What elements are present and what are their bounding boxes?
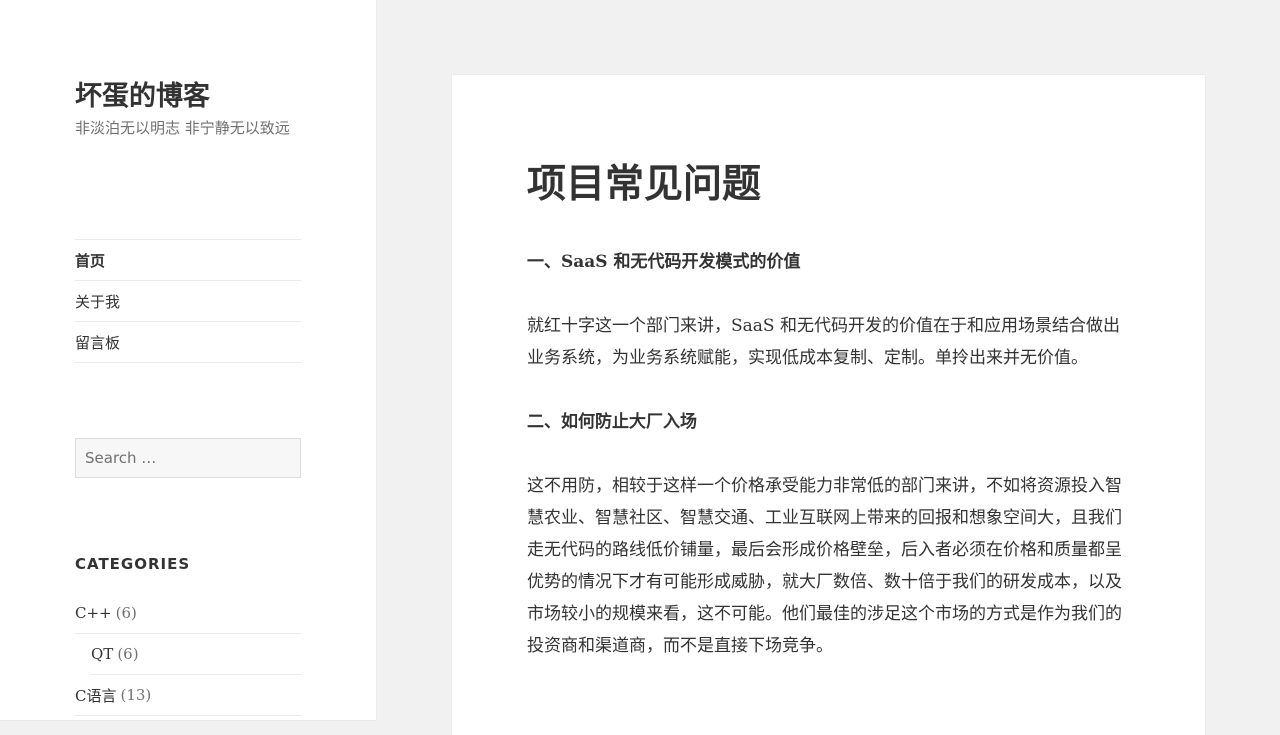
site-description: 非淡泊无以明志 非宁静无以致远 (75, 119, 290, 137)
section-heading: 一、SaaS 和无代码开发模式的价值 (527, 252, 801, 272)
post-article: 项目常见问题 一、SaaS 和无代码开发模式的价值 就红十字这一个部门来讲，Sa… (452, 75, 1205, 735)
section-paragraph: 这不用防，相较于这样一个价格承受能力非常低的部门来讲，不如将资源投入智慧农业、智… (527, 476, 1122, 656)
category-item[interactable]: C语言 (13) (75, 675, 301, 716)
sidebar: 坏蛋的博客 非淡泊无以明志 非宁静无以致远 首页 关于我 留言板 CATEGOR… (0, 0, 376, 720)
post-body: 一、SaaS 和无代码开发模式的价值 就红十字这一个部门来讲，SaaS 和无代码… (527, 246, 1131, 662)
categories-list: C++ (6) QT (6) C语言 (13) (75, 593, 301, 716)
section-heading: 二、如何防止大厂入场 (527, 412, 697, 432)
nav-item-guestbook[interactable]: 留言板 (75, 322, 301, 363)
main-nav: 首页 关于我 留言板 (75, 239, 301, 363)
nav-item-home[interactable]: 首页 (75, 240, 301, 281)
category-item[interactable]: QT (6) (91, 634, 301, 675)
search-input[interactable] (75, 438, 301, 478)
categories-title: CATEGORIES (75, 555, 191, 573)
nav-item-about[interactable]: 关于我 (75, 281, 301, 322)
site-title[interactable]: 坏蛋的博客 (75, 74, 210, 113)
category-name[interactable]: QT (91, 645, 113, 663)
category-count: (6) (117, 645, 139, 663)
category-name[interactable]: C++ (75, 604, 112, 622)
category-item[interactable]: C++ (6) (75, 593, 301, 634)
category-count: (13) (120, 686, 152, 704)
post-title: 项目常见问题 (527, 162, 762, 207)
category-count: (6) (115, 604, 137, 622)
category-name[interactable]: C语言 (75, 685, 116, 706)
section-paragraph: 就红十字这一个部门来讲，SaaS 和无代码开发的价值在于和应用场景结合做出业务系… (527, 316, 1120, 368)
